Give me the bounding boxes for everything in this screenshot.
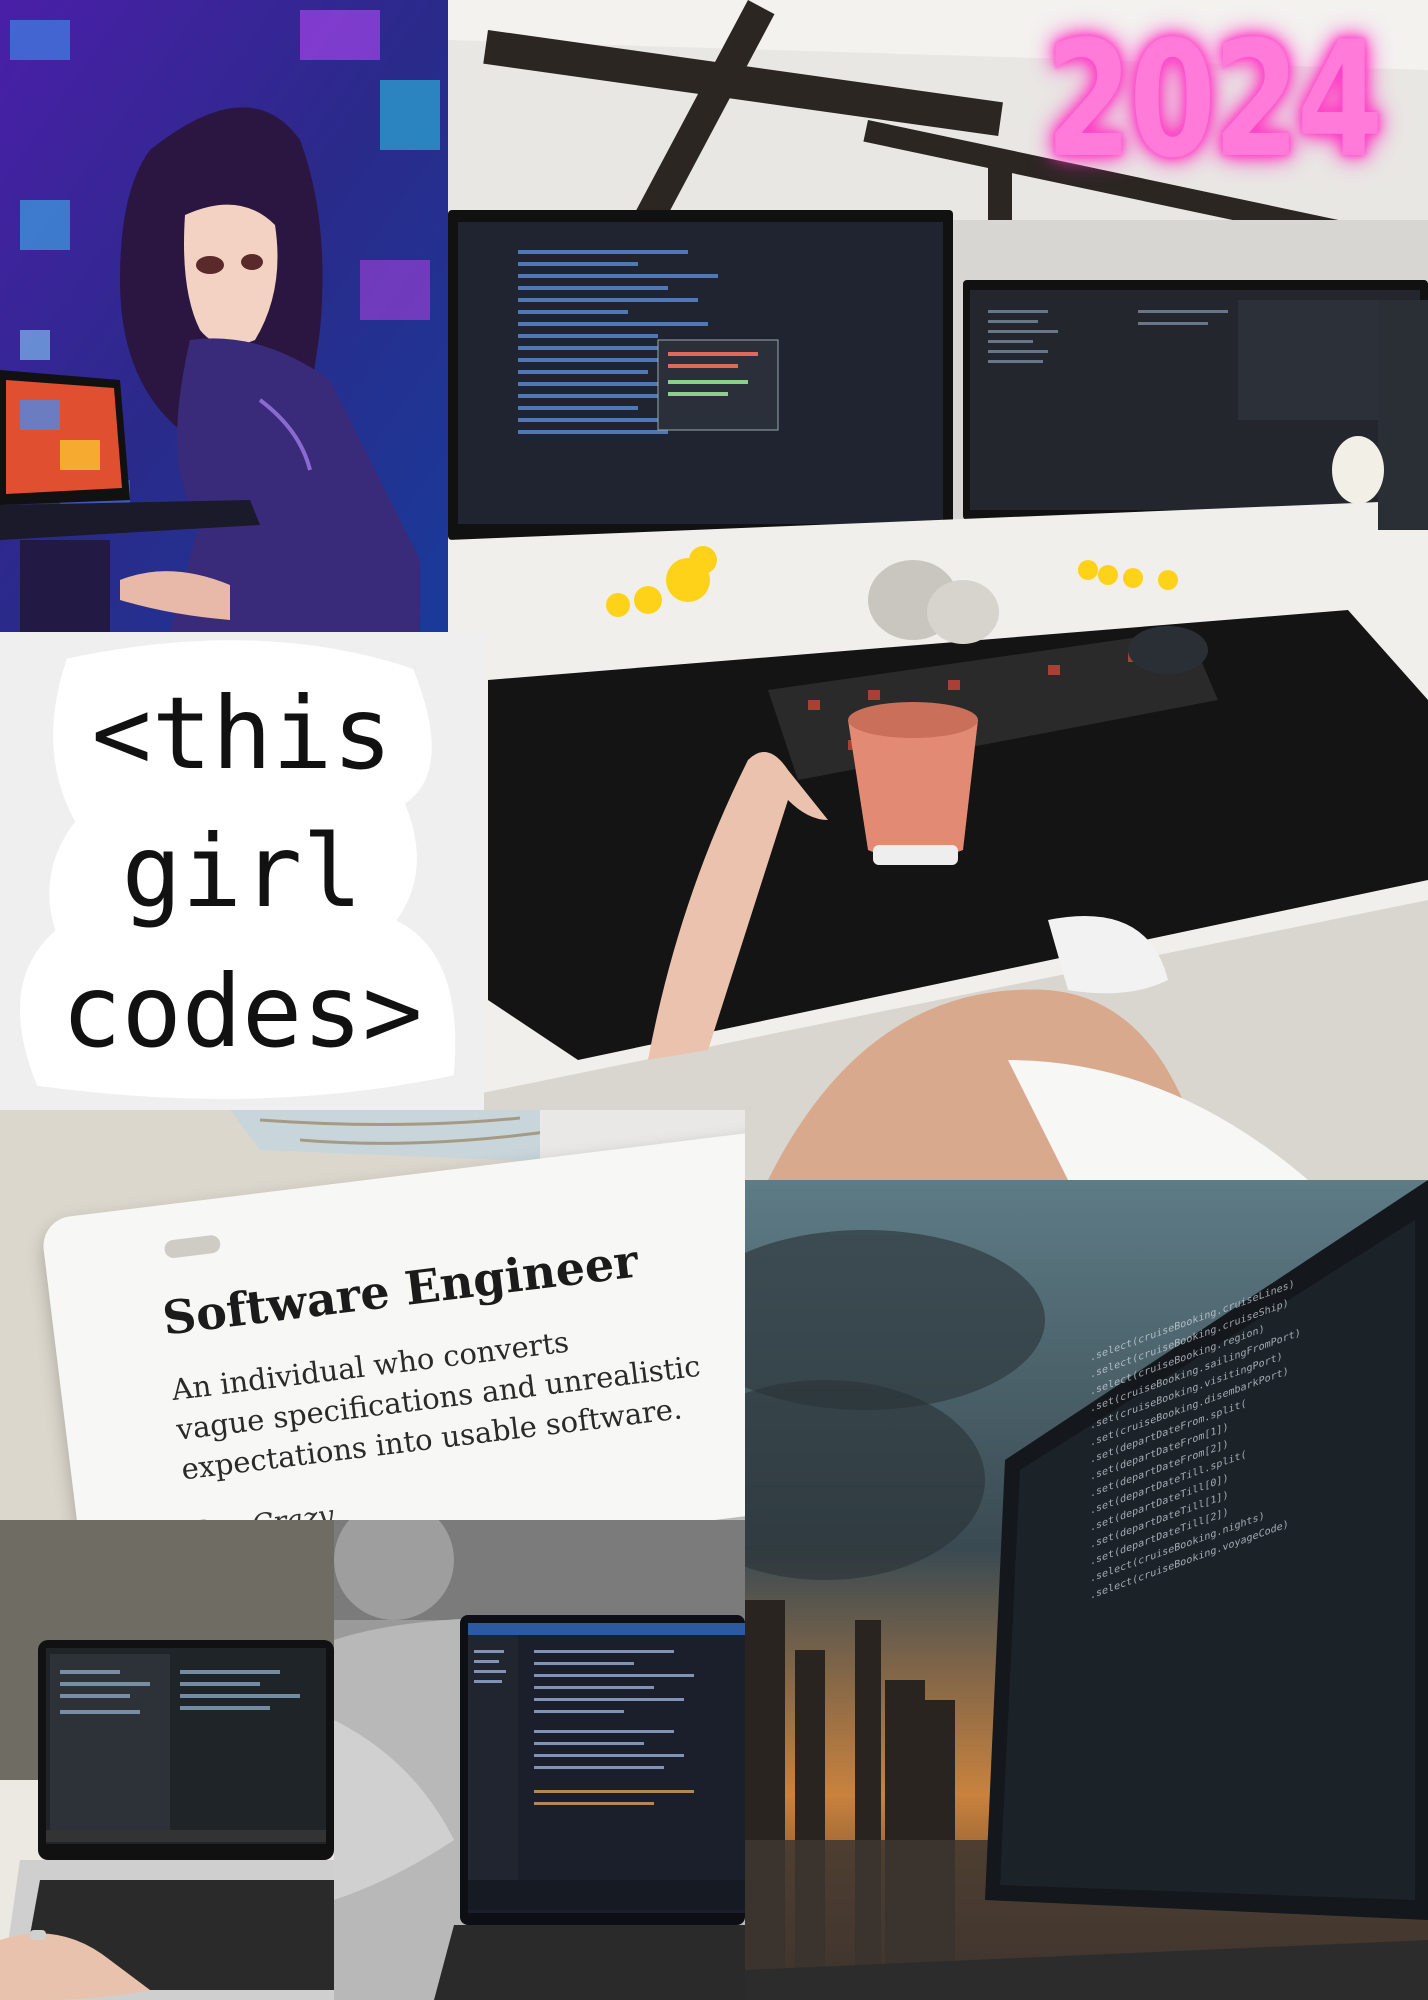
year-neon-title: 2024 (1045, 6, 1383, 193)
anime-coder-illustration (0, 0, 448, 632)
desk-setup-photo: 2024 (448, 0, 1428, 1180)
this-girl-codes-sticker: <this girl codes> (0, 632, 484, 1110)
city-sunset-laptop-photo: .select(cruiseBooking.cruiseLines) .sele… (745, 1180, 1428, 2000)
sticker-line-3: codes> (61, 953, 423, 1070)
laptop-on-bed-photo (334, 1520, 745, 2000)
card-title: Software Engineer (159, 1233, 641, 1346)
anime-coder-photo (0, 0, 448, 632)
card-signature: See Crazy. (189, 1498, 340, 1520)
software-engineer-card-photo: Software Engineer An individual who conv… (0, 1110, 745, 1520)
macbook-coding-photo (0, 1520, 334, 2000)
bed-laptop-scene (334, 1520, 745, 2000)
sticker-line-1: <this (91, 675, 393, 792)
card-slot (163, 1234, 222, 1259)
sticker-line-2: girl (121, 813, 363, 930)
macbook-scene (0, 1520, 334, 2000)
